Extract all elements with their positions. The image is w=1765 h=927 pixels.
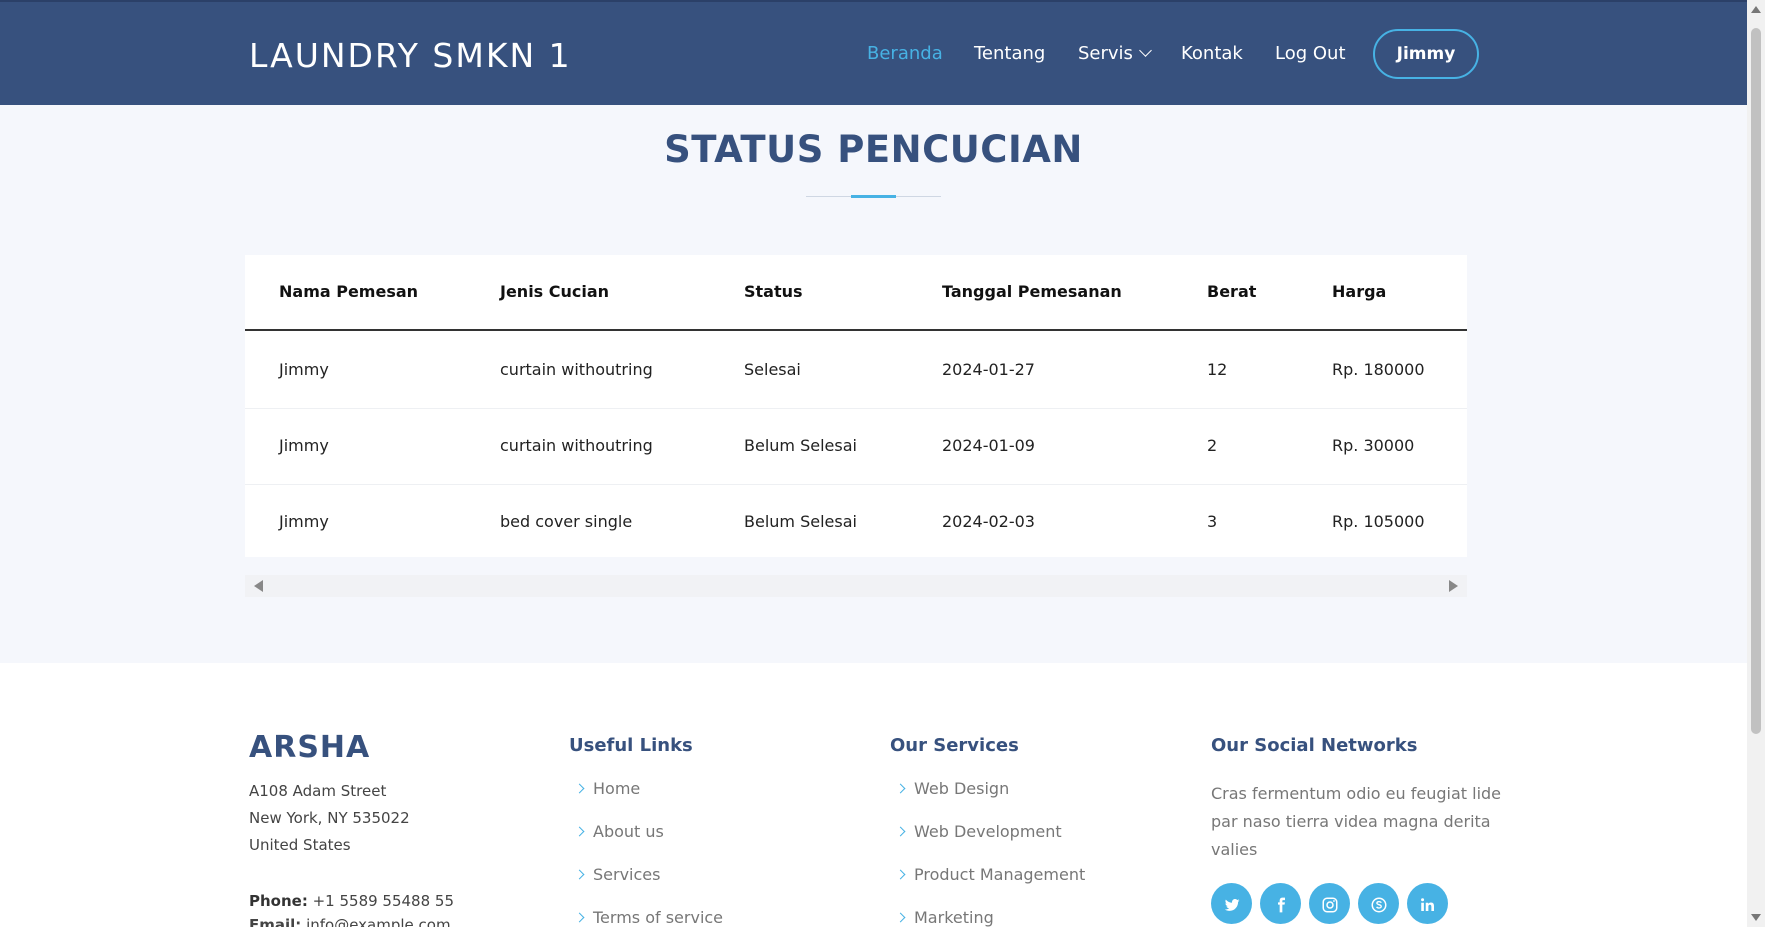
footer-link-terms[interactable]: Terms of service bbox=[574, 908, 724, 927]
chevron-right-icon bbox=[574, 912, 585, 923]
address-line: New York, NY 535022 bbox=[249, 809, 410, 827]
cell-tanggal: 2024-02-03 bbox=[942, 512, 1035, 531]
useful-links-title: Useful Links bbox=[569, 735, 693, 756]
footer-link-services[interactable]: Services bbox=[574, 865, 661, 884]
cell-jenis: curtain withoutring bbox=[500, 436, 653, 455]
cell-berat: 12 bbox=[1207, 360, 1228, 379]
footer-link-label: Web Design bbox=[914, 779, 1010, 798]
table-horizontal-scrollbar[interactable] bbox=[245, 575, 1467, 597]
footer-link-label: Home bbox=[593, 779, 641, 798]
table-header: Nama Pemesan Jenis Cucian Status Tanggal… bbox=[245, 255, 1467, 331]
footer-service-product[interactable]: Product Management bbox=[895, 865, 1086, 884]
social-description: Cras fermentum odio eu feugiat lide par … bbox=[1211, 784, 1502, 859]
nav-beranda[interactable]: Beranda bbox=[867, 43, 943, 64]
column-header: Tanggal Pemesanan bbox=[942, 282, 1122, 301]
phone-value: +1 5589 55488 55 bbox=[312, 892, 455, 910]
footer-link-label: About us bbox=[593, 822, 664, 841]
column-header: Berat bbox=[1207, 282, 1257, 301]
footer-email: Email: info@example.com bbox=[249, 916, 451, 927]
title-accent-bar bbox=[851, 195, 896, 198]
cell-nama: Jimmy bbox=[279, 512, 329, 531]
table-row: Jimmy curtain withoutring Belum Selesai … bbox=[245, 409, 1467, 485]
footer-link-label: Terms of service bbox=[593, 908, 724, 927]
page-title: STATUS PENCUCIAN bbox=[664, 128, 1083, 171]
footer-phone: Phone: +1 5589 55488 55 bbox=[249, 892, 454, 910]
table-row: Jimmy bed cover single Belum Selesai 202… bbox=[245, 485, 1467, 561]
cell-nama: Jimmy bbox=[279, 436, 329, 455]
cell-tanggal: 2024-01-27 bbox=[942, 360, 1035, 379]
nav-tentang[interactable]: Tentang bbox=[974, 43, 1045, 64]
footer-service-web-design[interactable]: Web Design bbox=[895, 779, 1010, 798]
twitter-glyph bbox=[1224, 898, 1240, 911]
chevron-right-icon bbox=[895, 826, 906, 837]
cell-harga: Rp. 105000 bbox=[1332, 512, 1425, 531]
chevron-right-icon bbox=[574, 869, 585, 880]
cell-status: Selesai bbox=[744, 360, 801, 379]
column-header: Harga bbox=[1332, 282, 1387, 301]
footer-link-label: Services bbox=[593, 865, 661, 884]
cell-status: Belum Selesai bbox=[744, 436, 857, 455]
cell-berat: 3 bbox=[1207, 512, 1218, 531]
chevron-down-icon bbox=[1139, 44, 1152, 57]
address-line: A108 Adam Street bbox=[249, 782, 387, 800]
footer: ARSHA A108 Adam Street New York, NY 5350… bbox=[0, 663, 1747, 927]
main-nav: Beranda Tentang Servis Kontak Log Out bbox=[0, 2, 1747, 107]
chevron-right-icon bbox=[574, 826, 585, 837]
scroll-left-icon[interactable] bbox=[254, 580, 263, 592]
email-value: info@example.com bbox=[306, 916, 451, 927]
chevron-right-icon bbox=[895, 869, 906, 880]
table-row: Jimmy curtain withoutring Selesai 2024-0… bbox=[245, 333, 1467, 409]
user-button[interactable]: Jimmy bbox=[1373, 29, 1479, 79]
skype-icon[interactable] bbox=[1358, 883, 1399, 924]
top-navbar: LAUNDRY SMKN 1 Beranda Tentang Servis Ko… bbox=[0, 0, 1747, 105]
nav-servis-label: Servis bbox=[1078, 43, 1133, 64]
footer-link-label: Web Development bbox=[914, 822, 1062, 841]
address-line: United States bbox=[249, 836, 351, 854]
page-vertical-scrollbar[interactable] bbox=[1747, 0, 1765, 927]
cell-harga: Rp. 30000 bbox=[1332, 436, 1415, 455]
nav-servis[interactable]: Servis bbox=[1078, 43, 1152, 64]
skype-glyph bbox=[1371, 897, 1386, 912]
facebook-icon[interactable] bbox=[1260, 883, 1301, 924]
page: LAUNDRY SMKN 1 Beranda Tentang Servis Ko… bbox=[0, 0, 1747, 927]
scroll-down-icon[interactable] bbox=[1751, 914, 1761, 921]
footer-service-web-dev[interactable]: Web Development bbox=[895, 822, 1062, 841]
chevron-right-icon bbox=[895, 783, 906, 794]
scroll-thumb[interactable] bbox=[1751, 28, 1761, 734]
cell-status: Belum Selesai bbox=[744, 512, 857, 531]
column-header: Nama Pemesan bbox=[279, 282, 419, 301]
scroll-right-icon[interactable] bbox=[1449, 580, 1458, 592]
cell-jenis: curtain withoutring bbox=[500, 360, 653, 379]
twitter-icon[interactable] bbox=[1211, 883, 1252, 924]
nav-kontak[interactable]: Kontak bbox=[1181, 43, 1243, 64]
footer-link-label: Marketing bbox=[914, 908, 994, 927]
cell-nama: Jimmy bbox=[279, 360, 329, 379]
nav-logout[interactable]: Log Out bbox=[1275, 43, 1346, 64]
services-title: Our Services bbox=[890, 735, 1019, 756]
status-table: Nama Pemesan Jenis Cucian Status Tanggal… bbox=[245, 255, 1467, 557]
chevron-right-icon bbox=[895, 912, 906, 923]
footer-brand: ARSHA bbox=[249, 730, 371, 765]
phone-label: Phone: bbox=[249, 892, 308, 910]
cell-harga: Rp. 180000 bbox=[1332, 360, 1425, 379]
column-header: Status bbox=[744, 282, 803, 301]
column-header: Jenis Cucian bbox=[500, 282, 610, 301]
footer-link-about[interactable]: About us bbox=[574, 822, 664, 841]
footer-link-home[interactable]: Home bbox=[574, 779, 641, 798]
linkedin-icon[interactable] bbox=[1407, 883, 1448, 924]
cell-jenis: bed cover single bbox=[500, 512, 633, 531]
instagram-icon[interactable] bbox=[1309, 883, 1350, 924]
cell-tanggal: 2024-01-09 bbox=[942, 436, 1035, 455]
cell-berat: 2 bbox=[1207, 436, 1218, 455]
scroll-up-icon[interactable] bbox=[1751, 6, 1761, 13]
footer-service-marketing[interactable]: Marketing bbox=[895, 908, 994, 927]
facebook-glyph bbox=[1277, 897, 1285, 912]
social-title: Our Social Networks bbox=[1211, 735, 1418, 756]
footer-link-label: Product Management bbox=[914, 865, 1086, 884]
chevron-right-icon bbox=[574, 783, 585, 794]
instagram-glyph bbox=[1322, 897, 1337, 912]
email-label: Email: bbox=[249, 916, 302, 927]
linkedin-glyph bbox=[1420, 897, 1434, 911]
